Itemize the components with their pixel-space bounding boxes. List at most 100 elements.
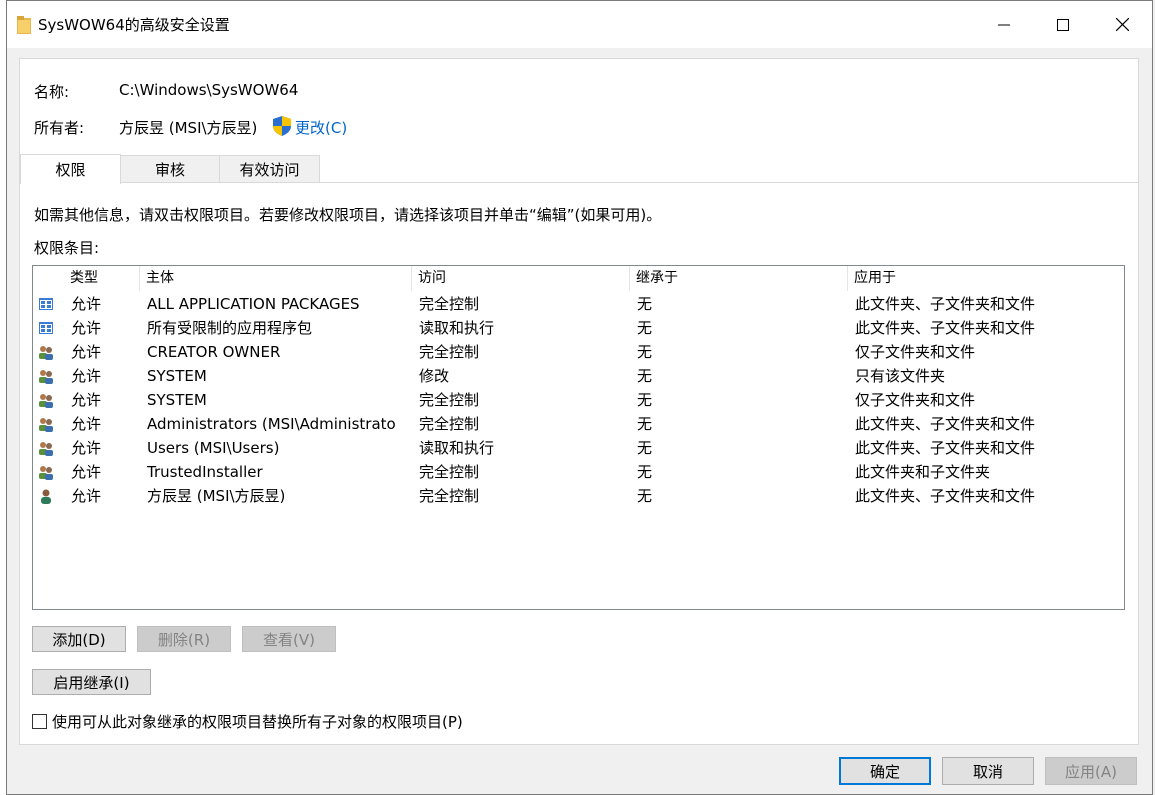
ok-button[interactable]: 确定 (839, 757, 931, 785)
add-button[interactable]: 添加(D) (32, 626, 126, 652)
cell-principal: 所有受限制的应用程序包 (147, 319, 313, 337)
column-header-inherited-from[interactable]: 继承于 (630, 266, 848, 291)
cell-type: 允许 (71, 367, 102, 385)
table-row[interactable]: 允许 Users (MSI\Users) 读取和执行 无 此文件夹、子文件夹和文件 (33, 436, 1124, 460)
cell-applies-to: 只有该文件夹 (855, 367, 946, 385)
cell-access: 修改 (419, 367, 450, 385)
name-value: C:\Windows\SysWOW64 (119, 81, 299, 99)
window-title: SysWOW64的高级安全设置 (38, 16, 230, 34)
cell-type: 允许 (71, 487, 102, 505)
close-icon (1115, 18, 1129, 31)
group-icon (38, 344, 54, 360)
table-row[interactable]: 允许 CREATOR OWNER 完全控制 无 仅子文件夹和文件 (33, 340, 1124, 364)
cell-principal: TrustedInstaller (147, 463, 263, 481)
table-row[interactable]: 允许 方辰昱 (MSI\方辰昱) 完全控制 无 此文件夹、子文件夹和文件 (33, 484, 1124, 508)
uac-shield-icon (273, 116, 291, 136)
advanced-security-dialog: SysWOW64的高级安全设置 名称: C:\Windows\SysWOW64 … (6, 0, 1153, 795)
group-icon (38, 416, 54, 432)
cell-applies-to: 此文件夹、子文件夹和文件 (855, 487, 1036, 505)
group-icon (38, 392, 54, 408)
cell-principal: 方辰昱 (MSI\方辰昱) (147, 487, 286, 505)
cell-applies-to: 此文件夹、子文件夹和文件 (855, 295, 1036, 313)
table-row[interactable]: 允许 SYSTEM 完全控制 无 仅子文件夹和文件 (33, 388, 1124, 412)
cell-access: 读取和执行 (419, 439, 495, 457)
cell-inherited-from: 无 (637, 391, 653, 409)
owner-label: 所有者: (34, 119, 85, 137)
table-row[interactable]: 允许 TrustedInstaller 完全控制 无 此文件夹和子文件夹 (33, 460, 1124, 484)
cell-inherited-from: 无 (637, 415, 653, 433)
change-owner-link[interactable]: 更改(C) (295, 117, 347, 138)
cell-type: 允许 (71, 343, 102, 361)
group-icon (38, 464, 54, 480)
cell-type: 允许 (71, 319, 102, 337)
package-icon (38, 296, 54, 312)
cell-access: 完全控制 (419, 343, 480, 361)
owner-value: 方辰昱 (MSI\方辰昱) (119, 119, 258, 137)
cell-access: 完全控制 (419, 415, 480, 433)
column-header-access[interactable]: 访问 (412, 266, 630, 291)
cell-access: 完全控制 (419, 391, 480, 409)
cancel-button[interactable]: 取消 (942, 757, 1034, 785)
column-header-applies-to[interactable]: 应用于 (848, 266, 1124, 291)
close-button[interactable] (1093, 1, 1151, 48)
cell-type: 允许 (71, 415, 102, 433)
apply-button[interactable]: 应用(A) (1045, 757, 1137, 785)
cell-inherited-from: 无 (637, 367, 653, 385)
enable-inheritance-button[interactable]: 启用继承(I) (32, 669, 151, 695)
cell-inherited-from: 无 (637, 439, 653, 457)
column-header-type[interactable]: 类型 (64, 266, 140, 291)
cell-applies-to: 此文件夹、子文件夹和文件 (855, 415, 1036, 433)
cell-access: 完全控制 (419, 487, 480, 505)
table-row[interactable]: 允许 Administrators (MSI\Administrato 完全控制 无 此… (33, 412, 1124, 436)
cell-applies-to: 仅子文件夹和文件 (855, 343, 976, 361)
tab-effective-access[interactable]: 有效访问 (219, 155, 320, 182)
tab-divider (20, 182, 1138, 183)
column-header-principal[interactable]: 主体 (140, 266, 412, 291)
cell-applies-to: 此文件夹、子文件夹和文件 (855, 319, 1036, 337)
name-label: 名称: (34, 83, 70, 101)
cell-access: 读取和执行 (419, 319, 495, 337)
table-row[interactable]: 允许 SYSTEM 修改 无 只有该文件夹 (33, 364, 1124, 388)
cell-principal: Users (MSI\Users) (147, 439, 280, 457)
folder-icon (17, 16, 31, 34)
cell-applies-to: 此文件夹和子文件夹 (855, 463, 991, 481)
cell-type: 允许 (71, 391, 102, 409)
tab-permissions[interactable]: 权限 (20, 154, 121, 184)
maximize-icon (1057, 18, 1069, 31)
cell-principal: SYSTEM (147, 367, 207, 385)
user-icon (38, 488, 54, 504)
cell-inherited-from: 无 (637, 319, 653, 337)
cell-principal: CREATOR OWNER (147, 343, 281, 361)
cell-inherited-from: 无 (637, 487, 653, 505)
cell-type: 允许 (71, 295, 102, 313)
table-row[interactable]: 允许 ALL APPLICATION PACKAGES 完全控制 无 此文件夹、子文件夹… (33, 292, 1124, 316)
view-button[interactable]: 查看(V) (242, 626, 336, 652)
cell-access: 完全控制 (419, 295, 480, 313)
cell-applies-to: 仅子文件夹和文件 (855, 391, 976, 409)
content-panel: 名称: C:\Windows\SysWOW64 所有者: 方辰昱 (MSI\方辰… (19, 58, 1139, 745)
group-icon (38, 368, 54, 384)
cell-principal: Administrators (MSI\Administrato (147, 415, 395, 433)
maximize-button[interactable] (1034, 1, 1092, 48)
tab-auditing[interactable]: 审核 (120, 155, 220, 182)
package-icon (38, 320, 54, 336)
title-bar[interactable]: SysWOW64的高级安全设置 (7, 1, 1152, 48)
minimize-icon (998, 24, 1010, 25)
table-row[interactable]: 允许 所有受限制的应用程序包 读取和执行 无 此文件夹、子文件夹和文件 (33, 316, 1124, 340)
instructions-text: 如需其他信息，请双击权限项目。若要修改权限项目，请选择该项目并单击“编辑”(如果… (34, 206, 662, 224)
cell-inherited-from: 无 (637, 463, 653, 481)
cell-principal: SYSTEM (147, 391, 207, 409)
cell-access: 完全控制 (419, 463, 480, 481)
minimize-button[interactable] (975, 1, 1033, 48)
replace-child-permissions-checkbox[interactable] (32, 714, 47, 729)
cell-inherited-from: 无 (637, 295, 653, 313)
replace-child-permissions-label: 使用可从此对象继承的权限项目替换所有子对象的权限项目(P) (52, 713, 463, 731)
remove-button[interactable]: 删除(R) (137, 626, 231, 652)
cell-inherited-from: 无 (637, 343, 653, 361)
cell-principal: ALL APPLICATION PACKAGES (147, 295, 360, 313)
permission-entries-list[interactable]: 类型 主体 访问 继承于 应用于 允许 ALL APPLICATION PACKA… (32, 265, 1125, 610)
cell-applies-to: 此文件夹、子文件夹和文件 (855, 439, 1036, 457)
group-icon (38, 440, 54, 456)
cell-type: 允许 (71, 463, 102, 481)
cell-type: 允许 (71, 439, 102, 457)
